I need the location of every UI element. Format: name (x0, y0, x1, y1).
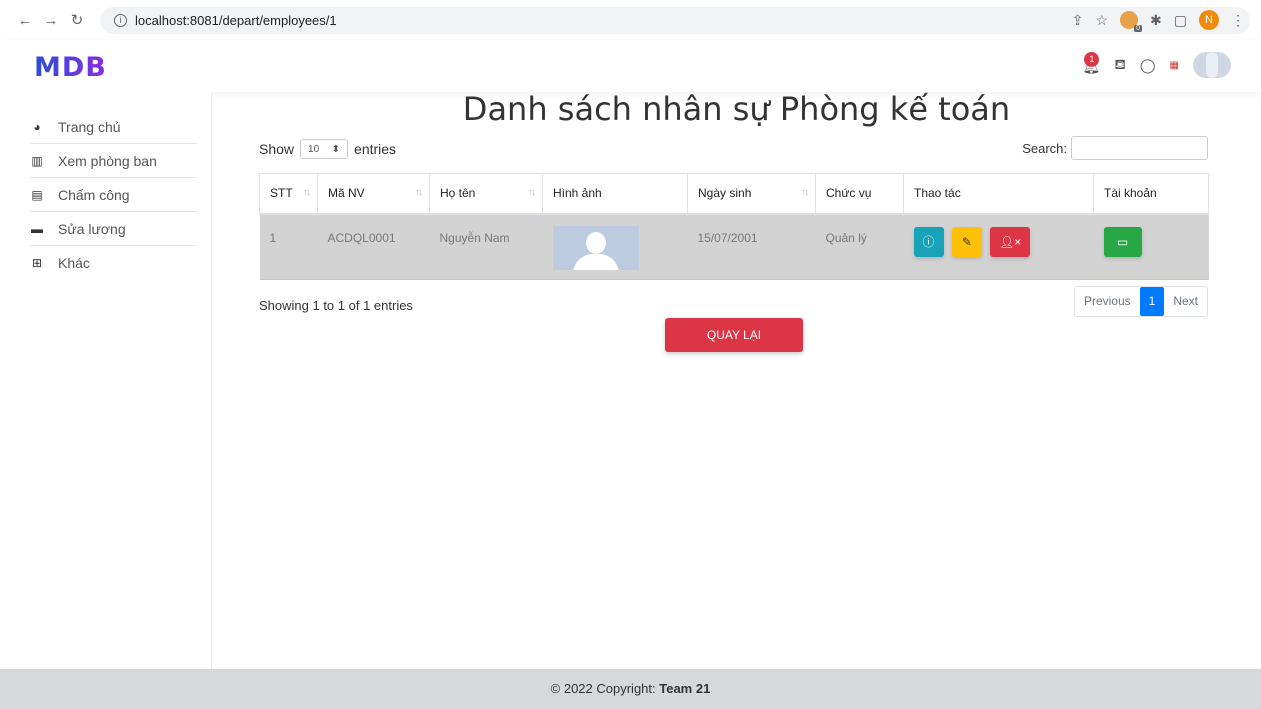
logo[interactable]: MDB (34, 52, 107, 83)
column-header-tai-khoan[interactable]: Tài khoản (1093, 173, 1209, 215)
cell-ho-ten: Nguyễn Nam (429, 213, 543, 280)
sidebar-item-sua-luong[interactable]: ▬ Sửa lương (30, 212, 197, 246)
info-button[interactable]: ⓘ (913, 226, 944, 257)
entries-value: 10 (308, 143, 320, 155)
browser-toolbar: ← → ↻ i localhost:8081/depart/employees/… (0, 0, 1261, 40)
browser-actions: ⇪ ☆ 0 ✱ ▢ N ⋮ (1072, 8, 1245, 32)
grid-icon: ⊞ (31, 256, 43, 270)
app-header: MDB 🔔︎ 1 ⛾ ◯ ▦ (0, 40, 1261, 92)
avatar[interactable] (1193, 52, 1231, 78)
employees-table: STT ↑↓ Mã NV ↑↓ Họ tên ↑↓ Hình ảnh Ngày sin… (259, 173, 1209, 280)
url-text: localhost:8081/depart/employees/1 (135, 13, 337, 28)
info-icon: ⓘ (922, 234, 935, 249)
money-icon: ▬ (31, 221, 43, 236)
team-name: Team 21 (659, 681, 711, 696)
cell-stt: 1 (259, 213, 318, 280)
extension-icon[interactable]: 0 (1120, 11, 1143, 32)
bookmark-star-icon[interactable]: ☆ (1095, 12, 1108, 29)
column-header-chuc-vu[interactable]: Chức vụ (815, 173, 904, 215)
share-icon[interactable]: ⇪ (1072, 12, 1084, 29)
search-label: Search: (1022, 140, 1067, 156)
delete-user-button[interactable]: 👤︎× (990, 226, 1031, 257)
column-header-hinh-anh[interactable]: Hình ảnh (542, 173, 688, 215)
copyright-text: © 2022 Copyright: (550, 681, 660, 696)
user-remove-icon: 👤︎× (999, 234, 1022, 249)
kebab-menu-icon[interactable]: ⋮ (1231, 12, 1245, 29)
side-panel-icon[interactable]: ▢ (1174, 12, 1187, 29)
table-header-row: STT ↑↓ Mã NV ↑↓ Họ tên ↑↓ Hình ảnh Ngày sin… (259, 173, 1209, 215)
profile-avatar[interactable]: N (1199, 10, 1219, 30)
cell-chuc-vu: Quản lý (815, 213, 904, 280)
calendar-icon: ▤ (31, 187, 43, 202)
sidebar-item-label: Khác (58, 255, 90, 271)
select-arrows-icon: ⬍ (331, 143, 341, 155)
sidebar-item-label: Sửa lương (58, 220, 126, 237)
entries-length-control: Show 10 ⬍ entries (259, 139, 396, 159)
sort-icon: ↑↓ (303, 187, 311, 198)
cell-ngay-sinh: 15/07/2001 (687, 213, 816, 280)
sidebar-item-label: Trang chủ (58, 118, 121, 135)
paint-bucket-icon[interactable]: ⛾ (1114, 56, 1125, 75)
building-icon: ▥ (31, 153, 43, 168)
sort-icon: ↑↓ (415, 187, 423, 198)
table-info: Showing 1 to 1 of 1 entries (259, 298, 413, 313)
pagination-previous[interactable]: Previous (1075, 287, 1140, 316)
sidebar-item-xem-phong-ban[interactable]: ▥ Xem phòng ban (30, 144, 197, 178)
sidebar-item-label: Xem phòng ban (58, 152, 157, 169)
sidebar-item-label: Chấm công (58, 186, 130, 203)
sidebar-item-cham-cong[interactable]: ▤ Chấm công (30, 178, 197, 212)
cell-thao-tac: ⓘ ✎ 👤︎× (903, 213, 1094, 280)
column-header-ho-ten[interactable]: Họ tên ↑↓ (429, 173, 543, 215)
sidebar: ◕ Trang chủ ▥ Xem phòng ban ▤ Chấm công … (0, 92, 212, 669)
github-icon[interactable]: ◯ (1140, 57, 1156, 74)
search-input[interactable] (1071, 136, 1208, 160)
id-card-icon: ▭ (1116, 234, 1129, 249)
page-title: Danh sách nhân sự Phòng kế toán (462, 90, 1011, 128)
sidebar-item-khac[interactable]: ⊞ Khác (30, 246, 197, 280)
cell-ma-nv: ACDQL0001 (317, 213, 430, 280)
entries-label: entries (354, 141, 397, 157)
edit-icon: ✎ (961, 234, 972, 249)
column-header-stt[interactable]: STT ↑↓ (259, 173, 318, 215)
forward-arrow-icon[interactable]: → (40, 9, 62, 31)
show-label: Show (259, 141, 295, 157)
back-button[interactable]: QUAY LẠI (665, 318, 803, 352)
column-header-ngay-sinh[interactable]: Ngày sinh ↑↓ (687, 173, 816, 215)
reload-icon[interactable]: ↻ (66, 9, 88, 31)
cell-tai-khoan: ▭ (1093, 213, 1209, 280)
column-header-thao-tac[interactable]: Thao tác (903, 173, 1094, 215)
sort-icon: ↑↓ (801, 187, 809, 198)
search-control: Search: (1022, 136, 1208, 160)
header-icons: 🔔︎ 1 ⛾ ◯ ▦ (1082, 52, 1231, 78)
column-header-ma-nv[interactable]: Mã NV ↑↓ (317, 173, 430, 215)
sidebar-item-trang-chu[interactable]: ◕ Trang chủ (30, 110, 197, 144)
pagination: Previous 1 Next (1073, 286, 1208, 317)
pagination-next[interactable]: Next (1164, 287, 1207, 316)
uk-flag-icon[interactable]: ▦ (1170, 60, 1179, 71)
account-button[interactable]: ▭ (1103, 226, 1142, 257)
sort-icon: ↑↓ (528, 187, 536, 198)
entries-select[interactable]: 10 ⬍ (300, 139, 349, 159)
site-info-icon[interactable]: i (114, 14, 127, 27)
bell-icon[interactable]: 🔔︎ 1 (1082, 52, 1100, 74)
back-arrow-icon[interactable]: ← (14, 9, 36, 31)
employee-photo (552, 225, 639, 270)
table-row: 1 ACDQL0001 Nguyễn Nam 15/07/2001 Quản l… (259, 213, 1209, 280)
cell-hinh-anh (542, 213, 688, 280)
pagination-page-1[interactable]: 1 (1139, 287, 1165, 316)
footer: © 2022 Copyright: Team 21 (0, 669, 1261, 709)
puzzle-extensions-icon[interactable]: ✱ (1150, 12, 1162, 29)
dashboard-icon: ◕ (33, 119, 41, 134)
edit-button[interactable]: ✎ (951, 226, 982, 257)
